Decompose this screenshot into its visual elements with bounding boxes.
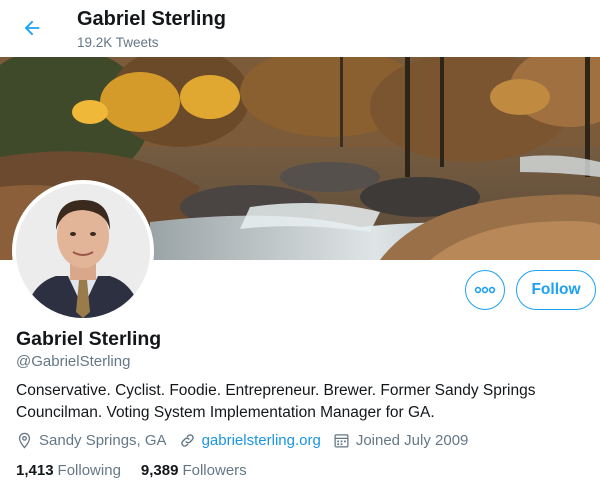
location-item: Sandy Springs, GA (16, 432, 167, 449)
followers-label: Followers (182, 462, 247, 479)
profile-bio: Conservative. Cyclist. Foodie. Entrepren… (16, 382, 536, 421)
followers-stat[interactable]: 9,389 Followers (141, 462, 247, 479)
followers-count: 9,389 (140, 462, 179, 479)
website-item[interactable]: gabrielsterling.org (179, 432, 321, 449)
follow-button[interactable]: Follow (516, 270, 596, 310)
avatar[interactable] (12, 180, 154, 322)
calendar-icon (334, 434, 349, 448)
following-label: Following (57, 462, 121, 479)
profile-stats: 1,413 Following 9,389 Followers (16, 462, 267, 479)
joined-item: Joined July 2009 (333, 432, 469, 449)
link-icon (180, 434, 194, 447)
more-options-button[interactable] (465, 270, 505, 310)
location-text: Sandy Springs, GA (39, 432, 167, 449)
joined-text: Joined July 2009 (355, 432, 469, 449)
profile-meta: Sandy Springs, GA gabrielsterling.org Jo… (16, 432, 480, 449)
back-button[interactable] (16, 12, 48, 44)
profile-name: Gabriel Sterling (16, 328, 162, 350)
location-pin-icon (18, 432, 31, 449)
following-count: 1,413 (16, 462, 54, 479)
more-dots-icon (474, 286, 496, 294)
following-stat[interactable]: 1,413 Following (16, 462, 121, 479)
tweet-count: 19.2K Tweets (77, 35, 159, 50)
profile-handle: @GabrielSterling (16, 353, 131, 370)
header-name: Gabriel Sterling (77, 8, 226, 30)
arrow-left-icon (24, 20, 40, 36)
profile-header: Gabriel Sterling 19.2K Tweets (0, 0, 600, 57)
website-link[interactable]: gabrielsterling.org (202, 432, 321, 449)
